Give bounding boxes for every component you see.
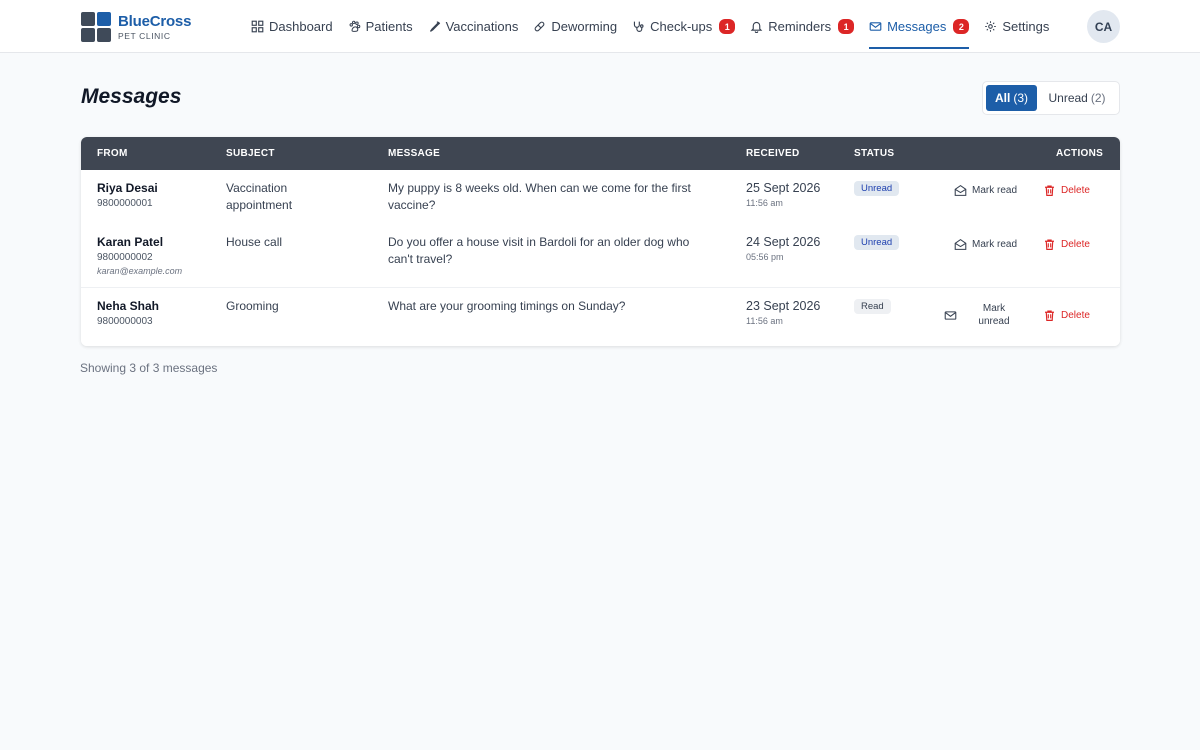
message-preview: My puppy is 8 weeks old. When can we com… (388, 181, 691, 195)
filter-all-button[interactable]: All (3) (986, 85, 1037, 111)
sender-phone: 9800000003 (97, 316, 153, 327)
received-time: 05:56 pm (746, 252, 784, 262)
sender-phone: 9800000002 (97, 252, 153, 263)
clinic-logo-icon (81, 12, 111, 42)
trash-icon (1045, 310, 1054, 321)
nav-dashboard-label: Dashboard (269, 19, 333, 34)
filter-unread-button[interactable]: Unread (2) (1037, 85, 1117, 111)
syringe-icon (429, 21, 440, 32)
table-row[interactable]: Riya Desai 9800000001 Vaccination appoin… (81, 170, 1120, 224)
filter-unread-label: Unread (1048, 91, 1088, 105)
delete-label: Delete (1061, 239, 1090, 250)
status-badge: Unread (854, 235, 900, 250)
checkups-count-badge: 1 (719, 19, 736, 34)
nav-messages[interactable]: Messages 2 (869, 0, 970, 53)
stethoscope-icon (633, 21, 644, 32)
paw-icon (349, 20, 360, 32)
mark-read-button[interactable]: Mark read (954, 238, 1017, 251)
received-date: 25 Sept 2026 (746, 181, 821, 195)
mark-unread-button[interactable]: Mark unread (944, 302, 1012, 328)
column-header-actions: ACTIONS (1056, 148, 1104, 159)
sender-name: Karan Patel (97, 235, 164, 249)
nav-checkups[interactable]: Check-ups 1 (632, 0, 736, 53)
sender-name: Neha Shah (97, 299, 160, 313)
envelope-open-icon (954, 184, 967, 196)
mark-read-label: Mark read (972, 185, 1018, 196)
delete-button[interactable]: Delete (1043, 238, 1090, 251)
status-badge: Unread (854, 181, 900, 196)
mark-read-label: Mark read (972, 239, 1018, 250)
message-count-summary: Showing 3 of 3 messages (80, 361, 218, 375)
subject-text: Grooming (226, 299, 279, 313)
filter-unread-count: (2) (1090, 91, 1106, 105)
message-preview-continued: vaccine? (388, 198, 436, 212)
nav-deworming[interactable]: Deworming (533, 0, 617, 53)
user-avatar[interactable]: CA (1087, 10, 1120, 43)
dashboard-icon (251, 20, 264, 33)
message-preview: What are your grooming timings on Sunday… (388, 299, 626, 313)
column-header-received: RECEIVED (746, 148, 800, 159)
delete-label: Delete (1061, 310, 1090, 321)
subject-text: Vaccination (226, 181, 288, 195)
envelope-open-icon (954, 238, 967, 250)
nav-reminders-label: Reminders (768, 19, 832, 34)
mark-unread-label-continued: unread (978, 316, 1010, 327)
column-header-subject: SUBJECT (226, 148, 275, 159)
message-preview-continued: can't travel? (388, 252, 453, 266)
top-navigation-bar: BlueCross PET CLINIC Dashboard Patients … (0, 0, 1200, 53)
nav-checkups-label: Check-ups (650, 19, 713, 34)
delete-button[interactable]: Delete (1043, 309, 1090, 322)
subject-text: House call (226, 235, 283, 249)
delete-button[interactable]: Delete (1043, 184, 1090, 197)
sender-phone: 9800000001 (97, 198, 153, 209)
received-time: 11:56 am (746, 316, 783, 326)
received-date: 24 Sept 2026 (746, 235, 821, 249)
filter-all-label: All (994, 91, 1011, 105)
nav-reminders[interactable]: Reminders 1 (750, 0, 855, 53)
message-filter: All (3) Unread (2) (982, 81, 1120, 115)
main-nav: Dashboard Patients Vaccinations Dewormin… (251, 0, 1064, 53)
nav-deworming-label: Deworming (551, 19, 618, 34)
trash-icon (1045, 239, 1054, 250)
received-date: 23 Sept 2026 (746, 299, 821, 313)
sender-name: Riya Desai (97, 181, 158, 195)
pill-icon (534, 21, 545, 32)
nav-messages-label: Messages (887, 19, 947, 34)
nav-vaccinations-label: Vaccinations (445, 19, 519, 34)
brand-logo-link[interactable]: BlueCross PET CLINIC (81, 12, 191, 42)
subject-text-continued: appointment (226, 198, 293, 212)
nav-dashboard[interactable]: Dashboard (251, 0, 333, 53)
delete-label: Delete (1061, 185, 1090, 196)
nav-patients[interactable]: Patients (348, 0, 413, 53)
column-header-status: STATUS (854, 148, 895, 159)
messages-count-badge: 2 (953, 19, 970, 34)
column-header-from: FROM (97, 148, 128, 159)
nav-vaccinations[interactable]: Vaccinations (428, 0, 519, 53)
filter-all-count: (3) (1013, 91, 1028, 105)
status-badge: Read (854, 299, 891, 314)
mark-unread-label: Mark (982, 303, 1006, 314)
envelope-closed-icon (944, 310, 957, 320)
gear-icon (985, 21, 997, 32)
trash-icon (1045, 185, 1054, 196)
nav-settings[interactable]: Settings (984, 0, 1049, 53)
brand-subtitle: PET CLINIC (118, 30, 171, 41)
mail-icon (869, 22, 882, 31)
bell-icon (750, 21, 763, 33)
messages-table: FROM SUBJECT MESSAGE RECEIVED STATUS ACT… (81, 137, 1120, 346)
reminders-count-badge: 1 (838, 19, 855, 34)
sender-email: karan@example.com (97, 266, 183, 276)
table-row[interactable]: Neha Shah 9800000003 Grooming What are y… (81, 288, 1120, 346)
column-header-message: MESSAGE (388, 148, 441, 159)
received-time: 11:56 am (746, 198, 783, 208)
page-title: Messages (81, 85, 182, 108)
table-row[interactable]: Karan Patel 9800000002 karan@example.com… (81, 224, 1120, 288)
nav-patients-label: Patients (365, 19, 413, 34)
table-header: FROM SUBJECT MESSAGE RECEIVED STATUS ACT… (81, 137, 1120, 170)
mark-read-button[interactable]: Mark read (954, 184, 1017, 197)
nav-settings-label: Settings (1002, 19, 1050, 34)
brand-name: BlueCross (118, 12, 192, 30)
message-preview: Do you offer a house visit in Bardoli fo… (388, 235, 690, 249)
